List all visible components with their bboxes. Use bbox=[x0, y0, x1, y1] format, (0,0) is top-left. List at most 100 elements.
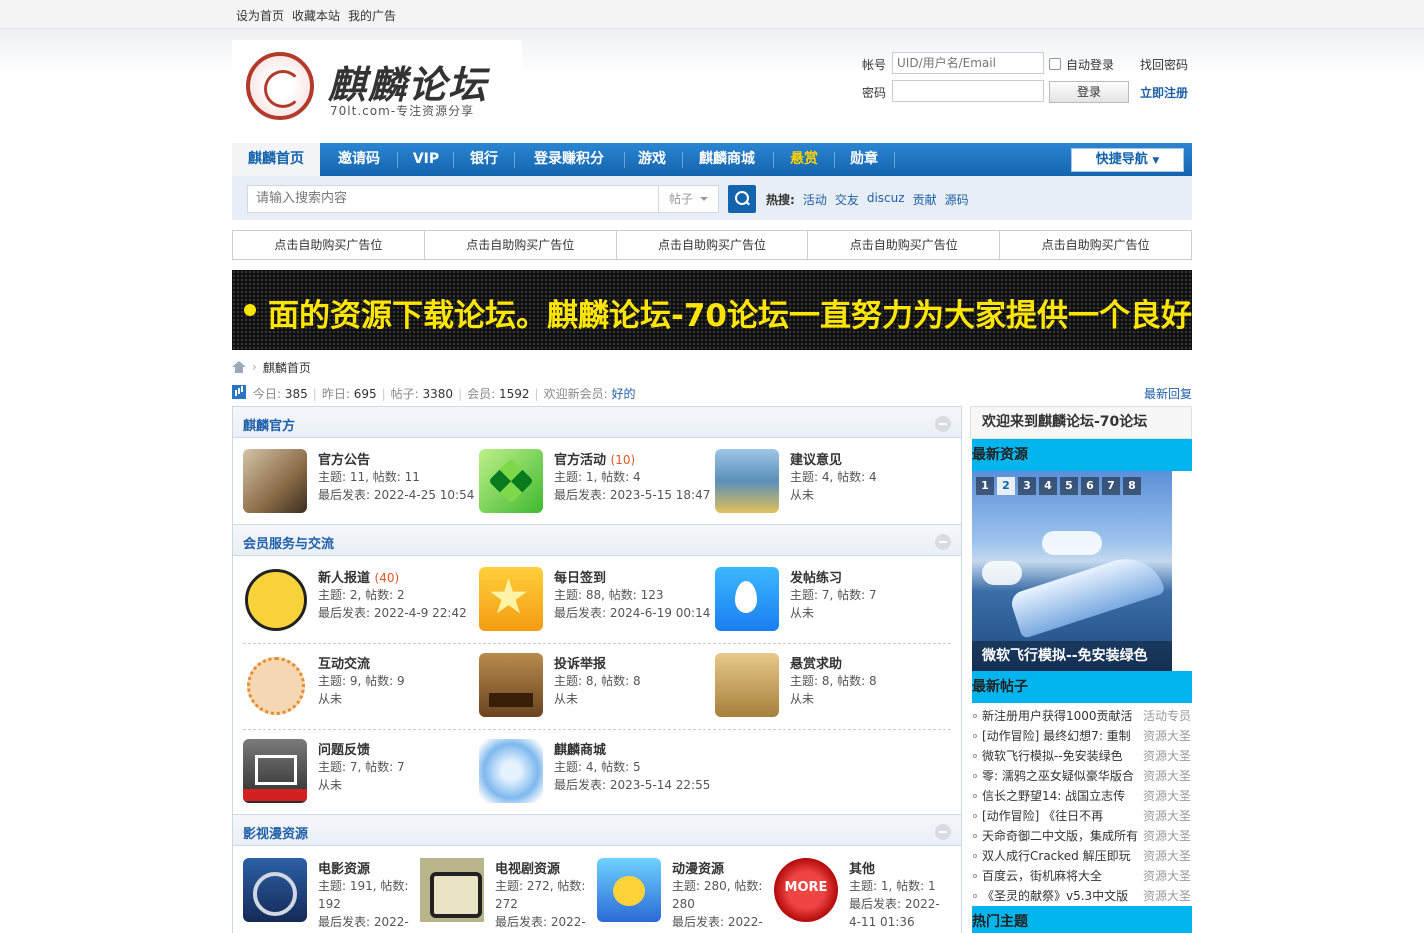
post-author[interactable]: 资源大圣 bbox=[1143, 846, 1191, 866]
forum-item[interactable]: 每日签到 主题: 88, 帖数: 123 最后发表: 2024-6-19 00:1… bbox=[479, 567, 710, 643]
set-homepage-link[interactable]: 设为首页 bbox=[236, 7, 284, 24]
register-link[interactable]: 立即注册 bbox=[1140, 84, 1188, 101]
section-header[interactable]: 影视漫资源 bbox=[233, 814, 961, 846]
ad-slot[interactable]: 点击自助购买广告位 bbox=[808, 231, 1001, 259]
nav-bounty[interactable]: 悬赏 bbox=[778, 143, 830, 176]
forum-item[interactable]: 建议意见 主题: 4, 帖数: 4 从未 bbox=[715, 449, 945, 525]
post-title[interactable]: [动作冒险] 《往日不再 bbox=[982, 806, 1140, 826]
forum-item[interactable]: 电视剧资源 主题: 272, 帖数: 272 最后发表: 2022-5- bbox=[420, 858, 595, 933]
forum-name[interactable]: 问题反馈 bbox=[318, 743, 370, 758]
list-item[interactable]: [动作冒险] 《往日不再 资源大圣 bbox=[972, 806, 1192, 826]
home-icon[interactable] bbox=[232, 361, 246, 373]
forum-item[interactable]: 新人报道 (40) 主题: 2, 帖数: 2 最后发表: 2022-4-9 22:… bbox=[243, 567, 473, 643]
forum-name[interactable]: 麒麟商城 bbox=[554, 743, 606, 758]
more-icon[interactable]: MORE bbox=[774, 858, 838, 922]
list-item[interactable]: 双人成行Cracked 解压即玩 资源大圣 bbox=[972, 846, 1192, 866]
site-logo[interactable]: 麒麟论坛 70lt.com-专注资源分享 bbox=[232, 40, 522, 130]
my-ads-link[interactable]: 我的广告 bbox=[348, 7, 396, 24]
film-reel-icon[interactable] bbox=[243, 858, 307, 922]
auto-login-label[interactable]: 自动登录 bbox=[1066, 56, 1114, 73]
forum-name[interactable]: 互动交流 bbox=[318, 657, 370, 672]
pinwheel-icon[interactable] bbox=[479, 449, 543, 513]
forum-name[interactable]: 动漫资源 bbox=[672, 862, 724, 877]
slide-number[interactable]: 6 bbox=[1081, 477, 1099, 495]
post-author[interactable]: 资源大圣 bbox=[1143, 766, 1191, 786]
password-input[interactable] bbox=[892, 80, 1044, 102]
nav-login-points[interactable]: 登录赚积分 bbox=[519, 143, 619, 176]
forum-name[interactable]: 官方公告 bbox=[318, 453, 370, 468]
search-icon[interactable] bbox=[728, 185, 756, 213]
post-title[interactable]: 天命奇御二中文版，集成所有 bbox=[982, 826, 1140, 846]
list-item[interactable]: 新注册用户获得1000贡献活 活动专员 bbox=[972, 706, 1192, 726]
dragon-icon[interactable] bbox=[479, 739, 543, 803]
post-author[interactable]: 资源大圣 bbox=[1143, 826, 1191, 846]
slide-number[interactable]: 5 bbox=[1060, 477, 1078, 495]
hot-tag[interactable]: discuz bbox=[867, 191, 905, 208]
cheer-icon[interactable] bbox=[715, 449, 779, 513]
flame-icon[interactable] bbox=[715, 567, 779, 631]
collapse-icon[interactable] bbox=[935, 534, 951, 550]
latest-reply-link[interactable]: 最新回复 bbox=[1144, 385, 1192, 402]
post-title[interactable]: 微软飞行模拟--免安装绿色 bbox=[982, 746, 1140, 766]
forum-name[interactable]: 电影资源 bbox=[318, 862, 370, 877]
slide-number[interactable]: 3 bbox=[1018, 477, 1036, 495]
nav-bank[interactable]: 银行 bbox=[458, 143, 510, 176]
nav-medals[interactable]: 勋章 bbox=[838, 143, 890, 176]
forum-item[interactable]: 麒麟商城 主题: 4, 帖数: 5 最后发表: 2023-5-14 22:55 bbox=[479, 739, 710, 815]
post-title[interactable]: 新注册用户获得1000贡献活 bbox=[982, 706, 1140, 726]
star-icon[interactable] bbox=[479, 567, 543, 631]
list-item[interactable]: 零: 濡鸦之巫女疑似豪华版合 资源大圣 bbox=[972, 766, 1192, 786]
forum-name[interactable]: 建议意见 bbox=[790, 453, 842, 468]
anime-icon[interactable] bbox=[597, 858, 661, 922]
auto-login-checkbox[interactable] bbox=[1049, 58, 1061, 70]
forum-name[interactable]: 电视剧资源 bbox=[495, 862, 560, 877]
forum-name[interactable]: 每日签到 bbox=[554, 571, 606, 586]
post-author[interactable]: 资源大圣 bbox=[1143, 866, 1191, 886]
hot-tag[interactable]: 活动 bbox=[803, 191, 827, 208]
ad-slot[interactable]: 点击自助购买广告位 bbox=[425, 231, 617, 259]
list-item[interactable]: [动作冒险] 最终幻想7: 重制 资源大圣 bbox=[972, 726, 1192, 746]
section-title[interactable]: 麒麟官方 bbox=[243, 415, 295, 434]
smiley-icon[interactable] bbox=[243, 567, 307, 631]
forum-name[interactable]: 悬赏求助 bbox=[790, 657, 842, 672]
nav-invite-code[interactable]: 邀请码 bbox=[324, 143, 394, 176]
post-title[interactable]: 百度云，街机麻将大全 bbox=[982, 866, 1140, 886]
forum-item[interactable]: 投诉举报 主题: 8, 帖数: 8 从未 bbox=[479, 653, 709, 729]
nav-games[interactable]: 游戏 bbox=[629, 143, 675, 176]
slide-caption[interactable]: 微软飞行模拟--免安装绿色 bbox=[972, 641, 1172, 671]
resource-slideshow[interactable]: 1 2 3 4 5 6 7 8 微软飞行模拟--免安装绿色 bbox=[972, 471, 1172, 671]
section-header[interactable]: 会员服务与交流 bbox=[233, 524, 961, 556]
search-type-select[interactable]: 帖子 bbox=[659, 185, 719, 213]
post-author[interactable]: 资源大圣 bbox=[1143, 886, 1191, 906]
collapse-icon[interactable] bbox=[935, 416, 951, 432]
breadcrumb-current[interactable]: 麒麟首页 bbox=[263, 359, 311, 376]
forum-item[interactable]: 官方公告 主题: 11, 帖数: 11 最后发表: 2022-4-25 10:54 bbox=[243, 449, 474, 525]
post-author[interactable]: 资源大圣 bbox=[1143, 746, 1191, 766]
forum-name[interactable]: 新人报道 bbox=[318, 571, 370, 586]
section-header[interactable]: 麒麟官方 bbox=[233, 407, 961, 438]
list-item[interactable]: 百度云，街机麻将大全 资源大圣 bbox=[972, 866, 1192, 886]
list-item[interactable]: 信长之野望14: 战国立志传 资源大圣 bbox=[972, 786, 1192, 806]
slide-number[interactable]: 4 bbox=[1039, 477, 1057, 495]
forum-item[interactable]: 发帖练习 主题: 7, 帖数: 7 从未 bbox=[715, 567, 945, 643]
forum-item[interactable]: 官方活动 (10) 主题: 1, 帖数: 4 最后发表: 2023-5-15 18… bbox=[479, 449, 710, 525]
forum-item[interactable]: 悬赏求助 主题: 8, 帖数: 8 从未 bbox=[715, 653, 945, 729]
post-title[interactable]: 《圣灵的献祭》v5.3中文版 bbox=[982, 886, 1140, 906]
post-title[interactable]: 双人成行Cracked 解压即玩 bbox=[982, 846, 1140, 866]
mail-icon[interactable] bbox=[243, 739, 307, 803]
bookmark-site-link[interactable]: 收藏本站 bbox=[292, 7, 340, 24]
post-author[interactable]: 资源大圣 bbox=[1143, 726, 1191, 746]
forum-name[interactable]: 投诉举报 bbox=[554, 657, 606, 672]
gavel-icon[interactable] bbox=[479, 653, 543, 717]
collapse-icon[interactable] bbox=[935, 824, 951, 840]
slide-number[interactable]: 2 bbox=[997, 477, 1015, 495]
ad-slot[interactable]: 点击自助购买广告位 bbox=[233, 231, 425, 259]
forum-item[interactable]: 互动交流 主题: 9, 帖数: 9 从未 bbox=[243, 653, 473, 729]
list-item[interactable]: 微软飞行模拟--免安装绿色 资源大圣 bbox=[972, 746, 1192, 766]
login-button[interactable]: 登录 bbox=[1049, 81, 1129, 103]
nav-vip[interactable]: VIP bbox=[402, 143, 450, 176]
post-title[interactable]: 零: 濡鸦之巫女疑似豪华版合 bbox=[982, 766, 1140, 786]
tv-icon[interactable] bbox=[420, 858, 484, 922]
slide-number[interactable]: 1 bbox=[976, 477, 994, 495]
forum-name[interactable]: 发帖练习 bbox=[790, 571, 842, 586]
